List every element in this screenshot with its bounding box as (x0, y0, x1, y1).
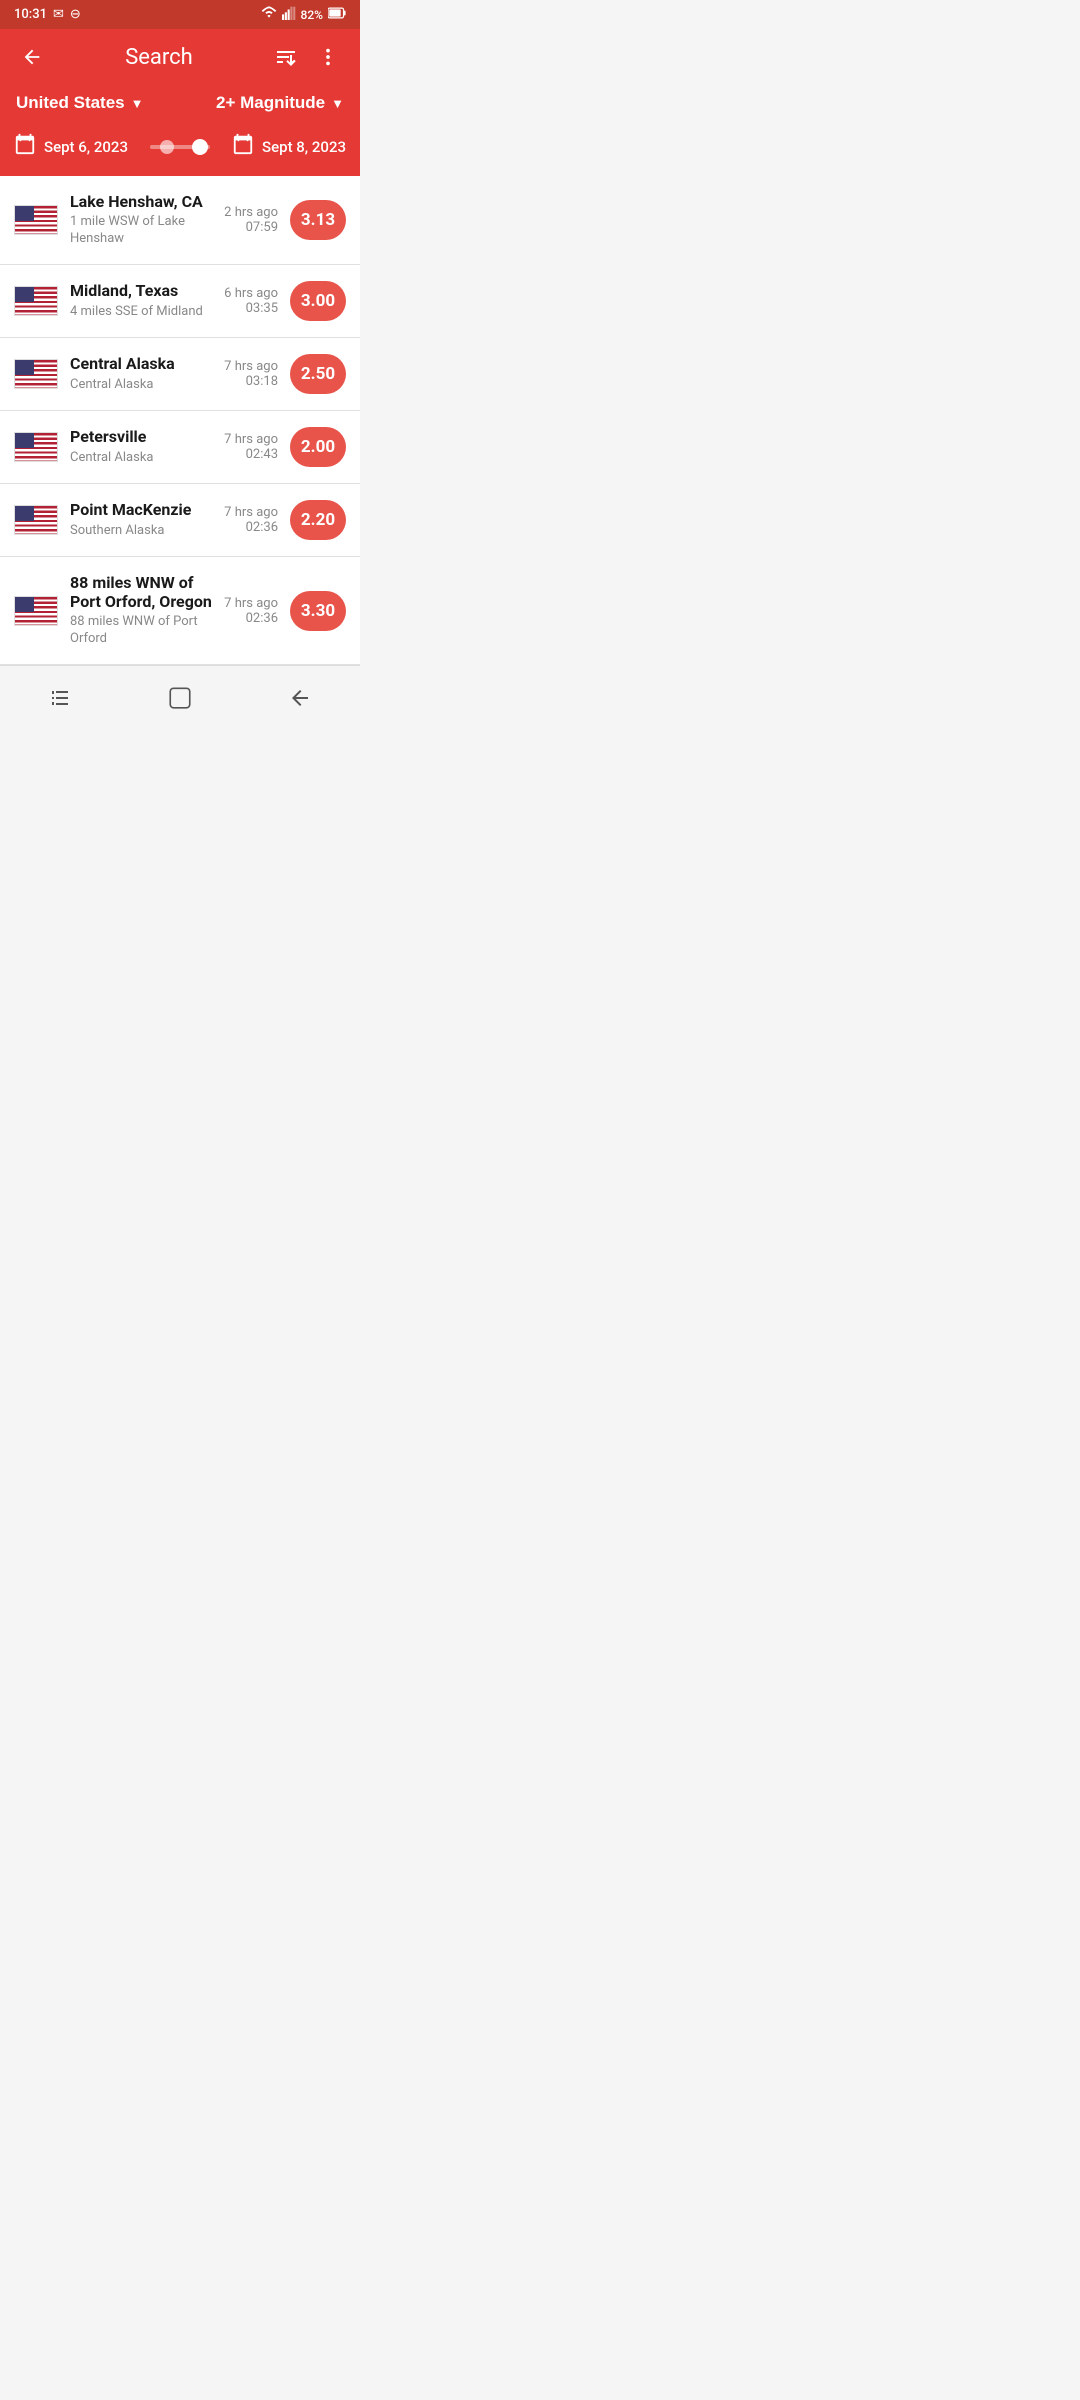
battery-icon (328, 7, 346, 22)
page-title: Search (48, 45, 270, 70)
earthquake-list: Lake Henshaw, CA 1 mile WSW of Lake Hens… (0, 176, 360, 665)
earthquake-info: Midland, Texas 4 miles SSE of Midland (70, 281, 224, 320)
earthquake-location: 4 miles SSE of Midland (70, 304, 224, 321)
earthquake-time-ago: 2 hrs ago (224, 205, 278, 220)
earthquake-time-clock: 02:43 (224, 447, 278, 462)
nav-back-button[interactable] (282, 680, 318, 716)
earthquake-time: 7 hrs ago 02:43 (224, 432, 278, 462)
country-filter[interactable]: United States ▼ (16, 93, 174, 113)
earthquake-location: 88 miles WNW of Port Orford (70, 614, 224, 648)
end-date-item[interactable]: Sept 8, 2023 (232, 133, 346, 160)
earthquake-list-item[interactable]: Point MacKenzie Southern Alaska 7 hrs ag… (0, 484, 360, 557)
earthquake-list-item[interactable]: Central Alaska Central Alaska 7 hrs ago … (0, 338, 360, 411)
end-calendar-icon (232, 133, 254, 160)
start-calendar-icon (14, 133, 36, 160)
earthquake-name: Petersville (70, 427, 224, 446)
slider-right-handle[interactable] (192, 139, 208, 155)
earthquake-name: Midland, Texas (70, 281, 224, 300)
earthquake-list-item[interactable]: Petersville Central Alaska 7 hrs ago 02:… (0, 411, 360, 484)
more-button[interactable] (312, 41, 344, 73)
start-date-item[interactable]: Sept 6, 2023 (14, 133, 128, 160)
bottom-navigation (0, 665, 360, 730)
earthquake-time: 6 hrs ago 03:35 (224, 286, 278, 316)
signal-icon (282, 6, 296, 23)
earthquake-time: 2 hrs ago 07:59 (224, 205, 278, 235)
earthquake-name: Lake Henshaw, CA (70, 192, 224, 211)
back-button[interactable] (16, 41, 48, 73)
earthquake-info: Central Alaska Central Alaska (70, 354, 224, 393)
magnitude-filter-label: 2+ Magnitude (216, 93, 325, 113)
earthquake-magnitude: 3.13 (290, 200, 346, 240)
earthquake-time-clock: 07:59 (224, 220, 278, 235)
earthquake-name: 88 miles WNW of Port Orford, Oregon (70, 573, 224, 611)
earthquake-time-clock: 02:36 (224, 520, 278, 535)
start-date-label: Sept 6, 2023 (44, 138, 128, 156)
notification-icon: ✉ (53, 7, 64, 22)
earthquake-time-clock: 03:35 (224, 301, 278, 316)
nav-home-button[interactable] (162, 680, 198, 716)
wifi-icon (261, 6, 277, 23)
earthquake-time-ago: 7 hrs ago (224, 359, 278, 374)
earthquake-time-ago: 6 hrs ago (224, 286, 278, 301)
earthquake-location: Central Alaska (70, 450, 224, 467)
earthquake-info: Petersville Central Alaska (70, 427, 224, 466)
filter-bar: United States ▼ 2+ Magnitude ▼ (0, 85, 360, 127)
nav-recents-button[interactable] (42, 680, 78, 716)
end-date-label: Sept 8, 2023 (262, 138, 346, 156)
earthquake-time-clock: 03:18 (224, 374, 278, 389)
status-bar: 10:31 ✉ ⊖ 82% (0, 0, 360, 29)
battery-text: 82% (301, 8, 323, 22)
app-header: Search (0, 29, 360, 85)
earthquake-time: 7 hrs ago 03:18 (224, 359, 278, 389)
earthquake-time-ago: 7 hrs ago (224, 505, 278, 520)
earthquake-time: 7 hrs ago 02:36 (224, 596, 278, 626)
earthquake-info: Point MacKenzie Southern Alaska (70, 500, 224, 539)
earthquake-time-ago: 7 hrs ago (224, 432, 278, 447)
slider-left-handle[interactable] (160, 140, 174, 154)
earthquake-name: Central Alaska (70, 354, 224, 373)
flag-icon (14, 286, 58, 316)
earthquake-time-clock: 02:36 (224, 611, 278, 626)
flag-icon (14, 359, 58, 389)
magnitude-chevron-icon: ▼ (331, 96, 344, 111)
earthquake-list-item[interactable]: Lake Henshaw, CA 1 mile WSW of Lake Hens… (0, 176, 360, 265)
earthquake-location: Central Alaska (70, 377, 224, 394)
date-range-bar: Sept 6, 2023 Sept 8, 2023 (0, 127, 360, 176)
earthquake-list-item[interactable]: 88 miles WNW of Port Orford, Oregon 88 m… (0, 557, 360, 665)
flag-icon (14, 205, 58, 235)
flag-icon (14, 432, 58, 462)
country-filter-label: United States (16, 93, 125, 113)
earthquake-list-item[interactable]: Midland, Texas 4 miles SSE of Midland 6 … (0, 265, 360, 338)
earthquake-time-ago: 7 hrs ago (224, 596, 278, 611)
earthquake-time: 7 hrs ago 02:36 (224, 505, 278, 535)
country-chevron-icon: ▼ (131, 96, 144, 111)
earthquake-location: 1 mile WSW of Lake Henshaw (70, 214, 224, 248)
sort-button[interactable] (270, 41, 302, 73)
earthquake-magnitude: 3.00 (290, 281, 346, 321)
dnd-icon: ⊖ (70, 7, 81, 22)
earthquake-info: 88 miles WNW of Port Orford, Oregon 88 m… (70, 573, 224, 648)
earthquake-location: Southern Alaska (70, 523, 224, 540)
earthquake-magnitude: 2.50 (290, 354, 346, 394)
earthquake-magnitude: 3.30 (290, 591, 346, 631)
earthquake-magnitude: 2.00 (290, 427, 346, 467)
flag-icon (14, 505, 58, 535)
earthquake-magnitude: 2.20 (290, 500, 346, 540)
flag-icon (14, 596, 58, 626)
status-time: 10:31 (14, 7, 47, 22)
date-slider[interactable] (136, 145, 224, 149)
earthquake-info: Lake Henshaw, CA 1 mile WSW of Lake Hens… (70, 192, 224, 248)
earthquake-name: Point MacKenzie (70, 500, 224, 519)
magnitude-filter[interactable]: 2+ Magnitude ▼ (186, 93, 344, 113)
